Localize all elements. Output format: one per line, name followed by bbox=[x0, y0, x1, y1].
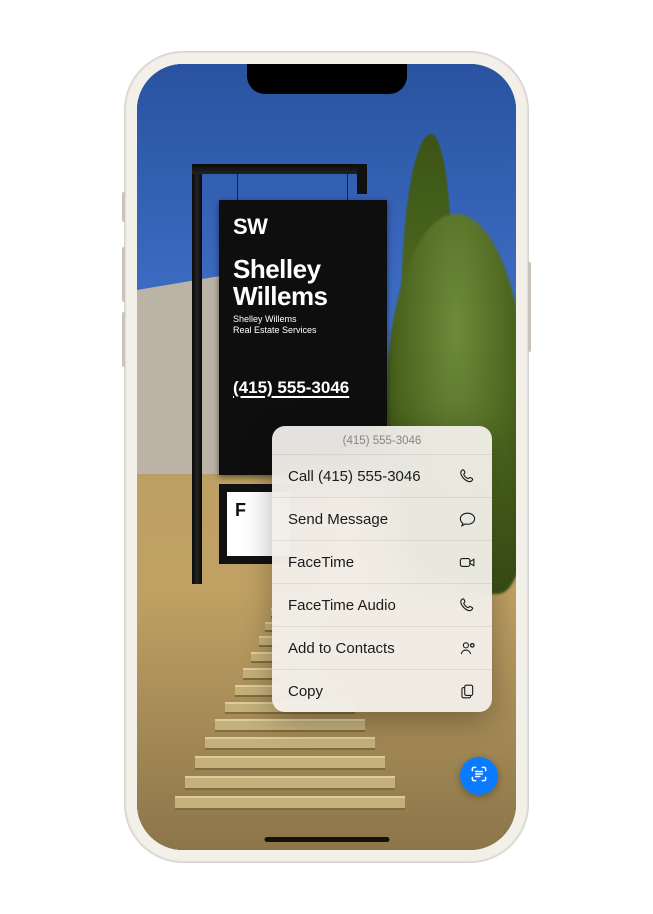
video-icon bbox=[457, 552, 477, 572]
sign-post bbox=[192, 164, 202, 584]
sign-name-line1: Shelley bbox=[233, 254, 321, 284]
phone-number-context-menu: (415) 555-3046 Call (415) 555-3046 Send … bbox=[272, 426, 492, 712]
menu-item-label: Call (415) 555-3046 bbox=[288, 468, 421, 485]
menu-item-label: Add to Contacts bbox=[288, 640, 395, 657]
screen: SW Shelley Willems Shelley Willems Real … bbox=[137, 64, 516, 850]
volume-down-button bbox=[122, 312, 125, 367]
home-indicator[interactable] bbox=[264, 837, 389, 842]
live-text-button[interactable] bbox=[460, 757, 498, 795]
phone-icon bbox=[457, 466, 477, 486]
copy-icon bbox=[457, 681, 477, 701]
sign-sub-line2: Real Estate Services bbox=[233, 325, 317, 335]
sign-phone-number[interactable]: (415) 555-3046 bbox=[233, 378, 373, 398]
phone-icon bbox=[457, 595, 477, 615]
sign-logo: SW bbox=[233, 214, 373, 240]
iphone-frame: SW Shelley Willems Shelley Willems Real … bbox=[125, 52, 528, 862]
menu-item-label: Send Message bbox=[288, 511, 388, 528]
secondary-sign-letter: F bbox=[235, 500, 246, 521]
volume-up-button bbox=[122, 247, 125, 302]
add-contact-icon bbox=[457, 638, 477, 658]
sign-name-line2: Willems bbox=[233, 281, 328, 311]
menu-item-copy[interactable]: Copy bbox=[272, 670, 492, 712]
message-icon bbox=[457, 509, 477, 529]
menu-header-number: (415) 555-3046 bbox=[272, 426, 492, 455]
menu-item-call[interactable]: Call (415) 555-3046 bbox=[272, 455, 492, 498]
menu-item-send-message[interactable]: Send Message bbox=[272, 498, 492, 541]
menu-item-facetime-audio[interactable]: FaceTime Audio bbox=[272, 584, 492, 627]
menu-item-add-to-contacts[interactable]: Add to Contacts bbox=[272, 627, 492, 670]
notch bbox=[247, 64, 407, 94]
power-button bbox=[528, 262, 531, 352]
sign-arm bbox=[192, 164, 367, 174]
menu-item-facetime[interactable]: FaceTime bbox=[272, 541, 492, 584]
menu-item-label: FaceTime Audio bbox=[288, 597, 396, 614]
mute-switch bbox=[122, 192, 125, 222]
live-text-icon bbox=[469, 764, 489, 789]
menu-item-label: FaceTime bbox=[288, 554, 354, 571]
sign-sub-line1: Shelley Willems bbox=[233, 314, 297, 324]
menu-item-label: Copy bbox=[288, 683, 323, 700]
